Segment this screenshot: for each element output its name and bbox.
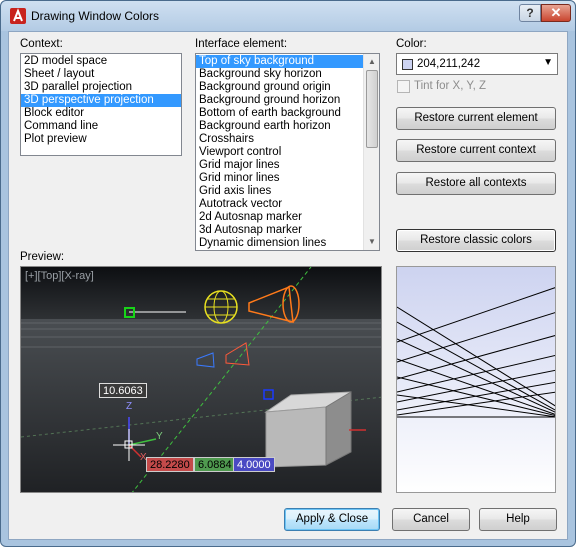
title-help-button[interactable]: ? <box>519 4 541 22</box>
y-axis-label: Y <box>156 431 163 442</box>
scroll-down-arrow-icon[interactable]: ▼ <box>364 234 379 250</box>
interface-element-listbox[interactable]: Top of sky background Background sky hori… <box>195 53 380 251</box>
window-title: Drawing Window Colors <box>31 9 160 23</box>
context-list-item[interactable]: Plot preview <box>21 133 181 146</box>
context-label: Context: <box>20 38 63 50</box>
restore-classic-colors-button[interactable]: Restore classic colors <box>396 229 556 252</box>
context-list-item[interactable]: Block editor <box>21 107 181 120</box>
help-button[interactable]: Help <box>479 508 557 531</box>
title-close-button[interactable]: ✕ <box>541 4 571 22</box>
interface-element-list-item[interactable]: Dynamic dimension lines <box>196 237 379 250</box>
interface-element-list-item[interactable]: Bottom of earth background <box>196 107 379 120</box>
restore-current-element-button[interactable]: Restore current element <box>396 107 556 130</box>
coordinate-x-box: 28.2280 <box>146 457 194 472</box>
interface-element-list-item[interactable]: Background earth horizon <box>196 120 379 133</box>
tint-label: Tint for X, Y, Z <box>414 80 487 92</box>
scrollbar-thumb[interactable] <box>366 70 378 148</box>
interface-element-list-item[interactable]: Background ground origin <box>196 81 379 94</box>
interface-element-list-item[interactable]: Background sky horizon <box>196 68 379 81</box>
restore-all-contexts-button[interactable]: Restore all contexts <box>396 172 556 195</box>
drawing-window-colors-dialog: Drawing Window Colors ? ✕ Context: 2D mo… <box>0 0 576 547</box>
context-list-item[interactable]: Sheet / layout <box>21 68 181 81</box>
preview-label: Preview: <box>20 251 65 263</box>
color-value: 204,211,242 <box>417 58 481 70</box>
context-list-item[interactable]: 3D parallel projection <box>21 81 181 94</box>
color-dropdown[interactable]: 204,211,242 ▼ <box>396 53 558 75</box>
interface-element-list-item[interactable]: 3d Autosnap marker <box>196 224 379 237</box>
interface-element-list-item[interactable]: Autotrack vector <box>196 198 379 211</box>
chevron-down-icon: ▼ <box>543 57 553 68</box>
title-bar[interactable]: Drawing Window Colors ? ✕ <box>1 1 575 31</box>
preview-viewport: [+][Top][X-ray] Z Y X 10.6063 28.2280 6.… <box>20 266 382 493</box>
interface-element-list-item[interactable]: 2d Autosnap marker <box>196 211 379 224</box>
interface-element-label: Interface element: <box>195 38 288 50</box>
dialog-client-area: Context: 2D model space Sheet / layout 3D … <box>8 31 568 540</box>
context-list-item[interactable]: 3D perspective projection <box>21 94 181 107</box>
perspective-grid-preview <box>397 267 555 492</box>
context-list-item[interactable]: 2D model space <box>21 55 181 68</box>
cancel-button[interactable]: Cancel <box>392 508 470 531</box>
viewport-control-label[interactable]: [+][Top][X-ray] <box>25 270 94 282</box>
interface-element-list-item[interactable]: Grid axis lines <box>196 185 379 198</box>
autocad-app-icon <box>10 8 26 24</box>
context-list-item[interactable]: Command line <box>21 120 181 133</box>
apply-close-button[interactable]: Apply & Close <box>284 508 380 531</box>
coordinate-y-box: 6.0884 <box>194 457 236 472</box>
interface-element-list-item[interactable]: Grid minor lines <box>196 172 379 185</box>
interface-element-scrollbar[interactable]: ▲ ▼ <box>363 54 379 250</box>
interface-element-list-item[interactable]: Top of sky background <box>196 55 379 68</box>
preview-side-viewport <box>396 266 556 493</box>
interface-element-list-item[interactable]: Viewport control <box>196 146 379 159</box>
z-axis-label: Z <box>126 401 133 412</box>
color-label: Color: <box>396 38 427 50</box>
coordinate-z-box: 4.0000 <box>233 457 275 472</box>
scroll-up-arrow-icon[interactable]: ▲ <box>364 54 379 70</box>
distance-dimension-box: 10.6063 <box>99 383 147 398</box>
tint-checkbox[interactable] <box>397 80 410 93</box>
context-listbox[interactable]: 2D model space Sheet / layout 3D parallel … <box>20 53 182 156</box>
interface-element-list-item[interactable]: Background ground horizon <box>196 94 379 107</box>
interface-element-list-item[interactable]: Crosshairs <box>196 133 379 146</box>
restore-current-context-button[interactable]: Restore current context <box>396 139 556 162</box>
color-swatch <box>402 59 413 70</box>
interface-element-list-item[interactable]: Grid major lines <box>196 159 379 172</box>
